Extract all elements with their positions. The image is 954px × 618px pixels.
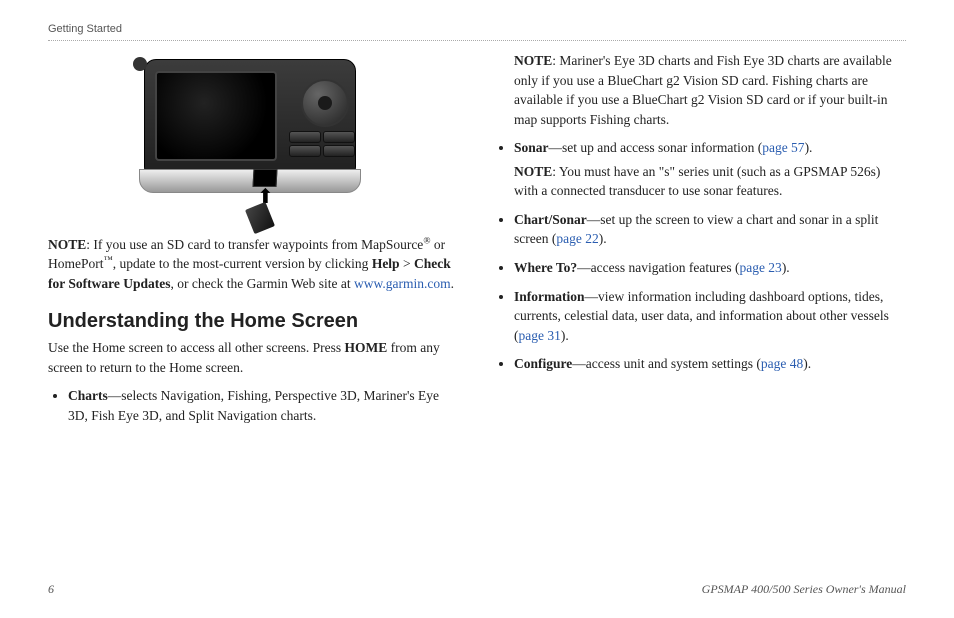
page-link-31[interactable]: page 31	[519, 328, 561, 343]
garmin-url-link[interactable]: www.garmin.com	[354, 276, 451, 291]
page-link-48[interactable]: page 48	[761, 356, 803, 371]
intro-paragraph: Use the Home screen to access all other …	[48, 338, 460, 377]
feature-configure: Configure—access unit and system setting…	[514, 354, 906, 374]
feature-chart-sonar: Chart/Sonar—set up the screen to view a …	[514, 210, 906, 249]
left-column: ⬆ NOTE: If you use an SD card to transfe…	[48, 51, 460, 435]
sd-note-paragraph: NOTE: If you use an SD card to transfer …	[48, 235, 460, 294]
note-label: NOTE	[48, 237, 86, 252]
feature-sonar: Sonar—set up and access sonar informatio…	[514, 138, 906, 201]
right-note-paragraph: NOTE: Mariner's Eye 3D charts and Fish E…	[514, 51, 906, 129]
manual-title: GPSMAP 400/500 Series Owner's Manual	[702, 581, 906, 598]
page-footer: 6 GPSMAP 400/500 Series Owner's Manual	[48, 581, 906, 598]
chapter-heading: Getting Started	[48, 22, 906, 41]
page-number: 6	[48, 581, 54, 598]
device-illustration: ⬆	[48, 51, 460, 227]
page-link-23[interactable]: page 23	[739, 260, 781, 275]
page-link-57[interactable]: page 57	[762, 140, 804, 155]
feature-charts: Charts—selects Navigation, Fishing, Pers…	[68, 386, 460, 425]
sonar-note: NOTE: You must have an "s" series unit (…	[514, 162, 906, 201]
right-column: NOTE: Mariner's Eye 3D charts and Fish E…	[494, 51, 906, 435]
feature-where-to: Where To?—access navigation features (pa…	[514, 258, 906, 278]
page-link-22[interactable]: page 22	[556, 231, 598, 246]
feature-information: Information—view information including d…	[514, 287, 906, 346]
section-heading: Understanding the Home Screen	[48, 307, 460, 336]
